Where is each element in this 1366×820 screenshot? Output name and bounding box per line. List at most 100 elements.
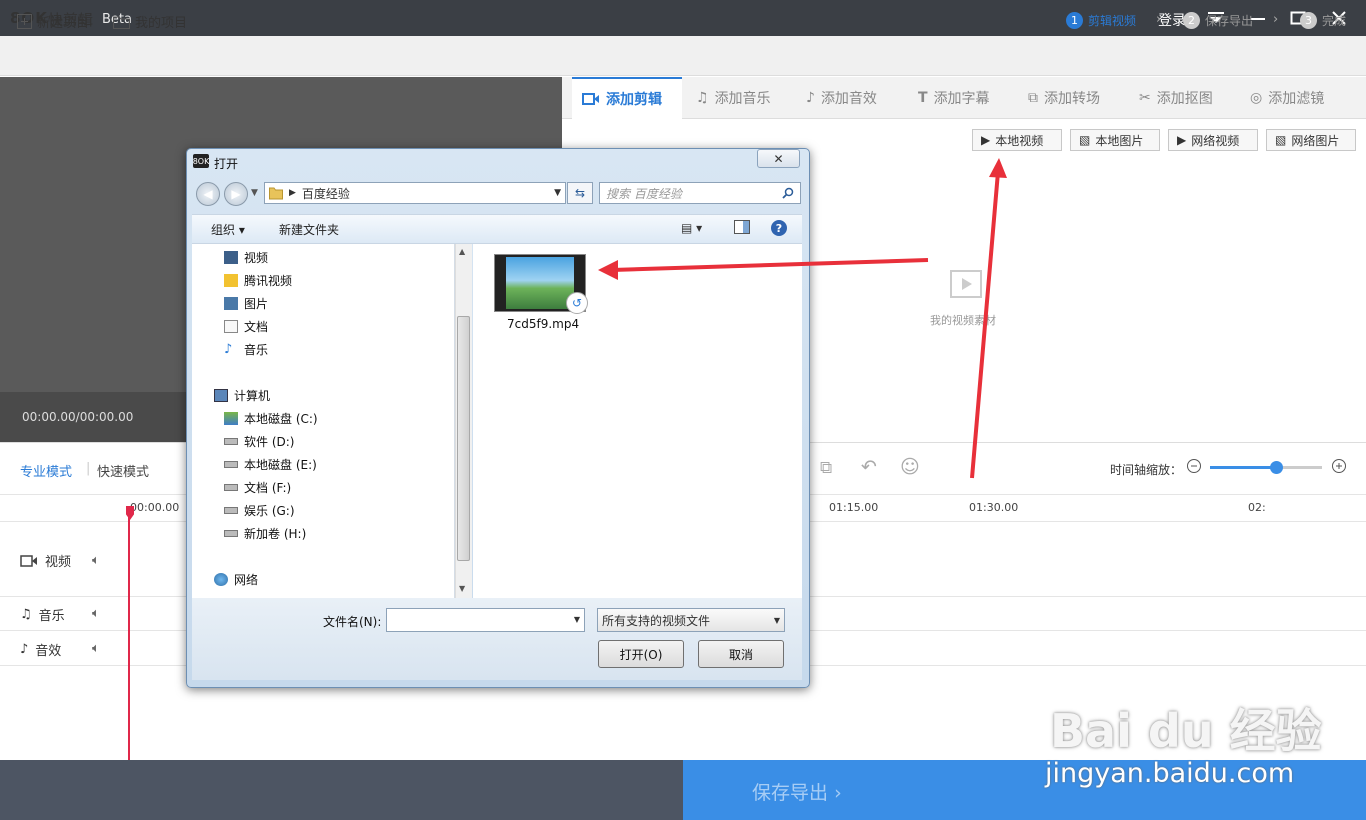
tab-label: 添加剪辑 [606,92,662,108]
tab-add-sound[interactable]: ♪ 添加音效 [796,77,887,119]
zoom-slider-handle[interactable] [1270,461,1283,474]
source-label: 本地视频 [995,133,1044,148]
organize-menu[interactable]: 组织 ▾ [211,221,245,238]
emoji-icon[interactable]: ☺ [900,456,920,478]
new-project-button[interactable]: 新建项目 [17,12,89,31]
tab-label: 添加滤镜 [1268,91,1325,107]
filename-dropdown-icon[interactable]: ▼ [574,615,580,624]
online-video-button[interactable]: ▶ 网络视频 [1168,129,1258,151]
zoom-slider-track[interactable] [1210,466,1322,469]
tab-add-cutout[interactable]: ✂ 添加抠图 [1129,77,1223,119]
nav-item-drive-g[interactable]: 娱乐 (G:) [224,502,295,519]
nav-label: 音乐 [244,343,269,357]
tab-label: 添加转场 [1044,91,1100,107]
document-library-icon [224,320,238,333]
copy-icon[interactable]: ⧉ [820,458,832,478]
baidu-watermark-url: jingyan.baidu.com [1045,758,1295,789]
fast-mode-tab[interactable]: 快速模式 [97,461,149,480]
computer-icon [214,389,228,402]
sound-effect-icon: ♪ [20,642,29,657]
address-bar[interactable]: ▶ 百度经验 ▼ [264,182,566,204]
help-icon[interactable]: ? [771,220,787,236]
ruler-tick-label: 01:15.00 [829,501,879,514]
login-link[interactable]: 登录 [1158,10,1186,30]
picture-library-icon [224,297,238,310]
local-video-button[interactable]: ▶ 本地视频 [972,129,1062,151]
music-volume-icon[interactable]: 🔈︎ [92,606,100,621]
nav-item-drive-e[interactable]: 本地磁盘 (E:) [224,456,317,473]
video-camera-icon [20,554,37,567]
refresh-button[interactable]: ⇆ [567,182,593,204]
zoom-in-icon[interactable] [1331,458,1347,478]
nav-item-tencent-video[interactable]: 腾讯视频 [224,272,292,289]
save-export-button[interactable]: 保存导出 › [752,778,842,805]
dialog-close-button[interactable]: ✕ [757,149,800,168]
nav-scrollbar-thumb[interactable] [457,316,470,561]
scroll-up-icon[interactable]: ▲ [459,247,465,256]
timecode-display: 00:00.00/00:00.00 [22,410,134,424]
nav-item-documents[interactable]: 文档 [224,318,268,335]
online-image-button[interactable]: ▧ 网络图片 [1266,129,1356,151]
step-done: 3 完成 [1300,12,1346,29]
step-number: 2 [1183,12,1200,29]
open-button[interactable]: 打开(O) [598,640,684,668]
preview-pane-icon[interactable] [734,220,750,238]
zoom-slider-fill [1210,466,1276,469]
filename-input[interactable]: ▼ [386,608,585,632]
forward-button[interactable]: ▶ [224,182,248,206]
nav-item-drive-h[interactable]: 新加卷 (H:) [224,525,306,542]
nav-item-network[interactable]: 网络 [214,571,258,588]
cutout-icon: ✂ [1139,90,1151,106]
timeline-zoom-label: 时间轴缩放： [1110,463,1183,477]
system-drive-icon [224,412,238,425]
tab-label: 添加抠图 [1156,91,1213,107]
new-folder-button[interactable]: 新建文件夹 [279,221,339,238]
view-mode-icon[interactable]: ▤ ▾ [681,221,702,235]
step-number: 3 [1300,12,1317,29]
ruler-tick-label: 01:30.00 [969,501,1019,514]
nav-item-drive-f[interactable]: 文档 (F:) [224,479,291,496]
material-empty-label: 我的视频素材 [930,314,996,327]
menu-bar [0,36,1366,76]
cancel-button[interactable]: 取消 [698,640,784,668]
nav-item-music[interactable]: ♪ 音乐 [224,341,268,358]
nav-item-drive-d[interactable]: 软件 (D:) [224,433,294,450]
export-label: 保存导出 [752,782,829,804]
video-library-icon [224,251,238,264]
back-button[interactable]: ◀ [196,182,220,206]
nav-item-videos[interactable]: 视频 [224,249,268,266]
tab-add-music[interactable]: ♫ 添加音乐 [686,77,781,119]
nav-item-pictures[interactable]: 图片 [224,295,268,312]
pro-mode-tab[interactable]: 专业模式 [20,461,72,480]
file-name-label[interactable]: 7cd5f9.mp4 [507,317,579,331]
image-file-icon: ▧ [1275,133,1287,147]
my-projects-label: 我的项目 [135,16,188,31]
source-label: 本地图片 [1095,133,1144,148]
nav-label: 娱乐 (G:) [244,504,295,518]
tab-add-clip[interactable]: 添加剪辑 [572,77,682,119]
playhead-line [128,508,130,760]
footer-left [0,760,683,820]
zoom-out-icon[interactable] [1186,458,1202,478]
track-label: 音效 [35,644,62,659]
scroll-down-icon[interactable]: ▼ [459,584,465,593]
nav-item-computer[interactable]: 计算机 [214,387,270,404]
ruler-tick-label: 02: [1248,501,1266,514]
file-type-select[interactable]: 所有支持的视频文件 ▼ [597,608,785,632]
tab-label: 添加音效 [820,91,877,107]
sound-volume-icon[interactable]: 🔈︎ [92,641,100,656]
tab-add-subtitle[interactable]: T 添加字幕 [908,77,1000,119]
nav-item-drive-c[interactable]: 本地磁盘 (C:) [224,410,318,427]
video-volume-icon[interactable]: 🔈︎ [92,553,100,568]
address-dropdown-icon[interactable]: ▼ [554,188,561,198]
tab-add-transition[interactable]: ⧉ 添加转场 [1018,77,1110,119]
history-dropdown-icon[interactable]: ▼ [251,188,258,198]
source-label: 网络图片 [1291,133,1340,148]
plus-box-icon [17,14,32,29]
my-projects-button[interactable]: 我的项目 [113,12,187,31]
search-input[interactable]: 搜索 百度经验 [599,182,801,204]
tab-add-filter[interactable]: ◎ 添加滤镜 [1240,77,1334,119]
step-number: 1 [1066,12,1083,29]
local-image-button[interactable]: ▧ 本地图片 [1070,129,1160,151]
undo-icon[interactable]: ↶ [861,456,877,478]
